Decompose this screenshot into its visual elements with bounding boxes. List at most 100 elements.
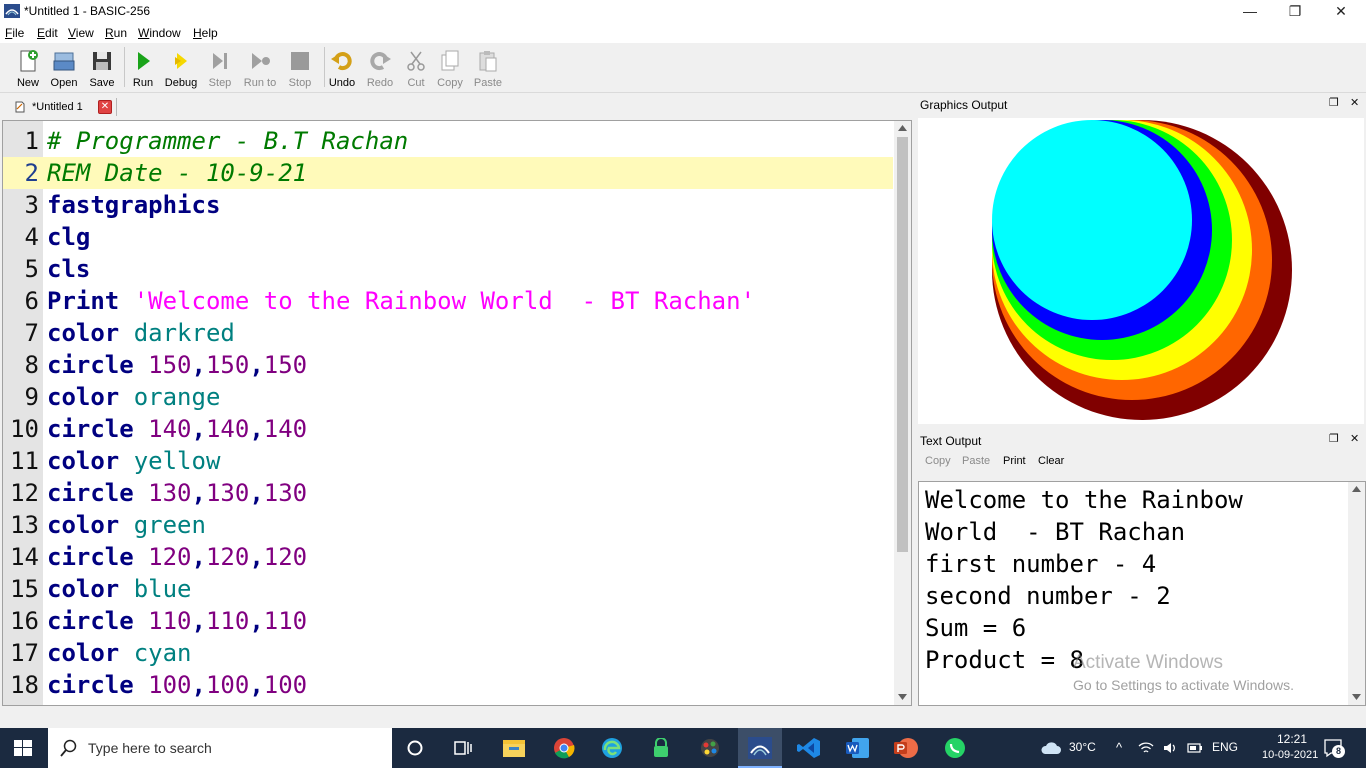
code-token: , <box>191 479 206 507</box>
menu-edit[interactable]: Edit <box>37 26 58 40</box>
code-line[interactable]: 9 color orange <box>3 381 893 413</box>
menu-file[interactable]: File <box>5 26 24 40</box>
code-line[interactable]: 7 color darkred <box>3 317 893 349</box>
menu-view-key: V <box>68 26 76 40</box>
code-token: 130 <box>205 479 250 507</box>
weather-cloud-icon[interactable] <box>1040 740 1062 756</box>
menu-view[interactable]: View <box>68 26 94 40</box>
graphics-close-icon[interactable]: ✕ <box>1350 96 1359 109</box>
tab-untitled-1[interactable]: *Untitled 1 ✕ <box>10 96 114 118</box>
code-line[interactable]: 17 color cyan <box>3 637 893 669</box>
graphics-float-icon[interactable]: ❐ <box>1329 96 1339 109</box>
code-line[interactable]: 3 fastgraphics <box>3 189 893 221</box>
text-output-close-icon[interactable]: ✕ <box>1350 432 1359 445</box>
weather-temperature[interactable]: 30°C <box>1069 740 1096 754</box>
edge-icon[interactable] <box>601 737 623 759</box>
scroll-up-arrow-icon[interactable] <box>898 125 907 131</box>
menu-help[interactable]: Help <box>193 26 218 40</box>
code-line[interactable]: 16 circle 110,110,110 <box>3 605 893 637</box>
new-file-icon <box>20 50 38 72</box>
scroll-down-arrow-icon[interactable] <box>1352 694 1361 700</box>
code-line[interactable]: 12 circle 130,130,130 <box>3 477 893 509</box>
code-text: color orange <box>47 381 220 413</box>
taskbar-search-box[interactable]: Type here to search <box>48 728 392 768</box>
code-token: REM Date - 10-9-21 <box>47 159 308 187</box>
code-text: clg <box>47 221 90 253</box>
notification-button[interactable]: 8 <box>1323 738 1345 758</box>
code-line[interactable]: 4 clg <box>3 221 893 253</box>
line-number: 5 <box>24 255 39 283</box>
code-text: fastgraphics <box>47 189 220 221</box>
network-icon[interactable] <box>1138 741 1154 755</box>
clock-date[interactable]: 10-09-2021 <box>1262 749 1318 761</box>
text-output-float-icon[interactable]: ❐ <box>1329 432 1339 445</box>
file-explorer-icon[interactable] <box>503 738 525 758</box>
stop-button[interactable]: Stop <box>280 47 320 91</box>
volume-icon[interactable] <box>1163 741 1177 755</box>
maximize-button[interactable]: ❐ <box>1272 0 1318 23</box>
text-paste-button[interactable]: Paste <box>962 455 990 467</box>
text-output-scrollbar[interactable] <box>1348 482 1365 705</box>
close-button[interactable]: ✕ <box>1318 0 1364 23</box>
code-line-current[interactable]: 2 REM Date - 10-9-21 <box>3 157 893 189</box>
input-language[interactable]: ENG <box>1212 740 1238 754</box>
code-line[interactable]: 10 circle 140,140,140 <box>3 413 893 445</box>
chevron-up-icon[interactable]: ^ <box>1116 740 1122 755</box>
clock-time[interactable]: 12:21 <box>1277 732 1307 746</box>
windows-start-icon[interactable] <box>14 740 32 756</box>
graphics-output-title: Graphics Output <box>920 98 1008 112</box>
code-line[interactable]: 15 color blue <box>3 573 893 605</box>
code-token: 100 <box>263 671 308 699</box>
paste-button[interactable]: Paste <box>468 47 508 91</box>
code-text: circle 130,130,130 <box>47 477 307 509</box>
scroll-down-arrow-icon[interactable] <box>898 694 907 700</box>
code-line[interactable]: 11 color yellow <box>3 445 893 477</box>
code-token: cls <box>47 255 91 283</box>
menu-run[interactable]: Run <box>105 26 127 40</box>
notification-count: 8 <box>1332 745 1345 758</box>
code-text: circle 110,110,110 <box>47 605 307 637</box>
paint-app-icon[interactable] <box>700 738 720 758</box>
text-clear-button[interactable]: Clear <box>1038 455 1064 467</box>
save-disk-icon <box>93 52 111 70</box>
vscode-icon[interactable] <box>797 737 821 759</box>
paste-clipboard-icon <box>479 51 497 72</box>
text-print-button[interactable]: Print <box>1003 455 1026 467</box>
chrome-icon[interactable] <box>553 737 575 759</box>
whatsapp-icon[interactable] <box>944 737 966 759</box>
code-token: 110 <box>263 607 308 635</box>
code-line[interactable]: 14 circle 120,120,120 <box>3 541 893 573</box>
scroll-up-arrow-icon[interactable] <box>1352 486 1361 492</box>
minimize-button[interactable]: — <box>1227 0 1273 23</box>
editor-scroll-thumb[interactable] <box>897 137 908 552</box>
taskbar-basic256-button[interactable] <box>738 728 782 768</box>
line-number: 13 <box>10 511 39 539</box>
word-icon[interactable] <box>846 737 870 759</box>
code-editor[interactable]: 1 # Programmer - B.T Rachan 2 REM Date - 10… <box>2 120 912 706</box>
battery-icon[interactable] <box>1187 742 1203 754</box>
line-number: 8 <box>24 351 39 379</box>
code-line[interactable]: 18 circle 100,100,100 <box>3 669 893 701</box>
run-to-icon <box>252 53 270 69</box>
code-line[interactable]: 5 cls <box>3 253 893 285</box>
line-number: 3 <box>24 191 39 219</box>
task-view-icon[interactable] <box>454 739 472 757</box>
code-line[interactable]: 1 # Programmer - B.T Rachan <box>3 125 893 157</box>
menu-window[interactable]: Window <box>138 26 181 40</box>
tab-close-icon[interactable]: ✕ <box>98 100 112 114</box>
code-line[interactable]: 13 color green <box>3 509 893 541</box>
text-copy-button[interactable]: Copy <box>925 455 951 467</box>
code-line[interactable]: 8 circle 150,150,150 <box>3 349 893 381</box>
code-token: cyan <box>133 639 192 667</box>
code-token: 120 <box>148 543 192 571</box>
cortana-icon[interactable] <box>407 740 423 756</box>
save-button[interactable]: Save <box>82 47 122 91</box>
powerpoint-icon[interactable] <box>894 737 918 759</box>
lock-app-icon[interactable] <box>652 738 670 758</box>
status-bar <box>0 707 1366 728</box>
editor-vertical-scrollbar[interactable] <box>894 121 911 705</box>
code-line[interactable]: 6 Print 'Welcome to the Rainbow World - B… <box>3 285 893 317</box>
editor-tab-bar: *Untitled 1 ✕ <box>0 94 912 118</box>
line-number: 12 <box>10 479 39 507</box>
text-output-title: Text Output <box>920 434 982 448</box>
